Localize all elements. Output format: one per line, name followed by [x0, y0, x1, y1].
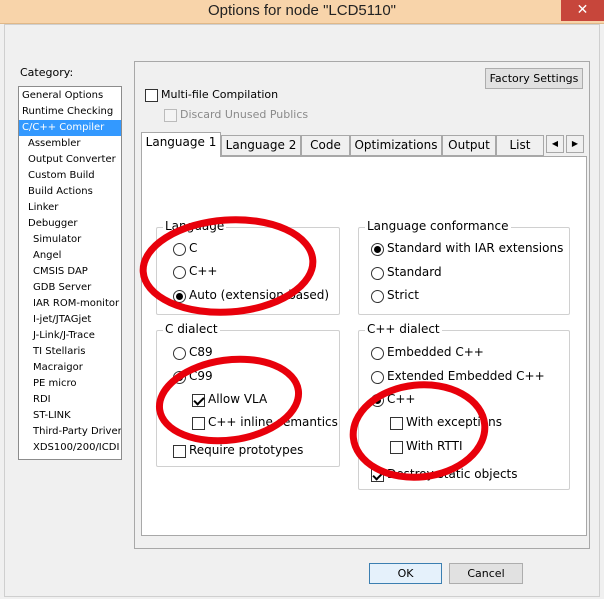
cpp-inline-label: C++ inline semantics	[208, 415, 338, 429]
with-exceptions-label: With exceptions	[406, 415, 502, 429]
conformance-strict-label: Strict	[387, 288, 419, 302]
with-rtti-label: With RTTI	[406, 439, 463, 453]
category-item[interactable]: ST-LINK	[19, 408, 121, 424]
category-item[interactable]: C/C++ Compiler	[19, 120, 121, 136]
conformance-standard-iar-radio[interactable]	[371, 243, 384, 256]
multi-file-label: Multi-file Compilation	[161, 88, 279, 101]
conformance-group-title: Language conformance	[365, 219, 511, 233]
factory-settings-button[interactable]: Factory Settings	[485, 68, 583, 89]
category-item[interactable]: Third-Party Driver	[19, 424, 121, 440]
embedded-cpp-radio[interactable]	[371, 347, 384, 360]
extended-embedded-cpp-label: Extended Embedded C++	[387, 369, 545, 383]
language-group-title: Language	[163, 219, 227, 233]
cancel-button[interactable]: Cancel	[449, 563, 523, 584]
tab-strip: Language 1 Language 2 Code Optimizations…	[141, 132, 587, 157]
c-dialect-group-title: C dialect	[163, 322, 220, 336]
category-label: Category:	[20, 66, 74, 79]
close-button[interactable]: ✕	[561, 0, 604, 21]
category-item[interactable]: General Options	[19, 88, 121, 104]
conformance-standard-radio[interactable]	[371, 267, 384, 280]
category-item[interactable]: CMSIS DAP	[19, 264, 121, 280]
category-item[interactable]: TI Stellaris	[19, 344, 121, 360]
conformance-standard-iar-label: Standard with IAR extensions	[387, 241, 564, 255]
cpp-dialect-group-title: C++ dialect	[365, 322, 442, 336]
with-rtti-checkbox[interactable]	[390, 441, 403, 454]
destroy-static-label: Destroy static objects	[387, 467, 518, 481]
category-item[interactable]: Simulator	[19, 232, 121, 248]
discard-unused-label: Discard Unused Publics	[180, 108, 309, 121]
category-item[interactable]: Runtime Checking	[19, 104, 121, 120]
with-exceptions-checkbox[interactable]	[390, 417, 403, 430]
category-item[interactable]: PE micro	[19, 376, 121, 392]
discard-unused-checkbox[interactable]	[164, 109, 177, 122]
category-item[interactable]: Linker	[19, 200, 121, 216]
options-dialog: Options for node "LCD5110" ✕ Category: G…	[0, 0, 604, 599]
tab-list[interactable]: List	[496, 135, 544, 156]
category-item[interactable]: Debugger	[19, 216, 121, 232]
category-item[interactable]: Assembler	[19, 136, 121, 152]
category-item[interactable]: Build Actions	[19, 184, 121, 200]
tab-language-2[interactable]: Language 2	[221, 135, 301, 156]
require-prototypes-label: Require prototypes	[189, 443, 304, 457]
extended-embedded-cpp-radio[interactable]	[371, 371, 384, 384]
tab-scroll-right-icon[interactable]: ▶	[566, 135, 584, 153]
conformance-strict-radio[interactable]	[371, 290, 384, 303]
c99-label: C99	[189, 369, 213, 383]
tab-optimizations[interactable]: Optimizations	[350, 135, 442, 156]
category-list[interactable]: General Options Runtime Checking C/C++ Com…	[18, 86, 122, 460]
category-item[interactable]: Custom Build	[19, 168, 121, 184]
tab-content: Language C C++ Auto (extension-based) La…	[141, 156, 587, 536]
ok-button[interactable]: OK	[369, 563, 442, 584]
category-item[interactable]: XDS100/200/ICDI	[19, 440, 121, 456]
tab-language-1[interactable]: Language 1	[141, 132, 221, 157]
c99-radio[interactable]	[173, 371, 186, 384]
conformance-standard-label: Standard	[387, 265, 442, 279]
category-item[interactable]: GDB Server	[19, 280, 121, 296]
category-item[interactable]: IAR ROM-monitor	[19, 296, 121, 312]
c89-label: C89	[189, 345, 213, 359]
category-item[interactable]: Angel	[19, 248, 121, 264]
cpp-radio[interactable]	[371, 394, 384, 407]
language-c-radio[interactable]	[173, 243, 186, 256]
cpp-label: C++	[387, 392, 416, 406]
language-cpp-label: C++	[189, 264, 218, 278]
language-c-label: C	[189, 241, 198, 255]
destroy-static-checkbox[interactable]	[371, 469, 384, 482]
tab-scroll-left-icon[interactable]: ◀	[546, 135, 564, 153]
window-title: Options for node "LCD5110"	[208, 2, 396, 19]
title-bar: Options for node "LCD5110" ✕	[0, 0, 604, 24]
c89-radio[interactable]	[173, 347, 186, 360]
category-item[interactable]: RDI	[19, 392, 121, 408]
tab-output[interactable]: Output	[442, 135, 496, 156]
category-item[interactable]: Macraigor	[19, 360, 121, 376]
category-item[interactable]: I-jet/JTAGjet	[19, 312, 121, 328]
language-auto-label: Auto (extension-based)	[189, 288, 330, 302]
language-cpp-radio[interactable]	[173, 266, 186, 279]
require-prototypes-checkbox[interactable]	[173, 445, 186, 458]
language-auto-radio[interactable]	[173, 290, 186, 303]
category-item[interactable]: J-Link/J-Trace	[19, 328, 121, 344]
allow-vla-label: Allow VLA	[208, 392, 268, 406]
category-item[interactable]: Output Converter	[19, 152, 121, 168]
multi-file-checkbox[interactable]	[145, 89, 158, 102]
cpp-inline-checkbox[interactable]	[192, 417, 205, 430]
embedded-cpp-label: Embedded C++	[387, 345, 484, 359]
tab-code[interactable]: Code	[301, 135, 350, 156]
allow-vla-checkbox[interactable]	[192, 394, 205, 407]
